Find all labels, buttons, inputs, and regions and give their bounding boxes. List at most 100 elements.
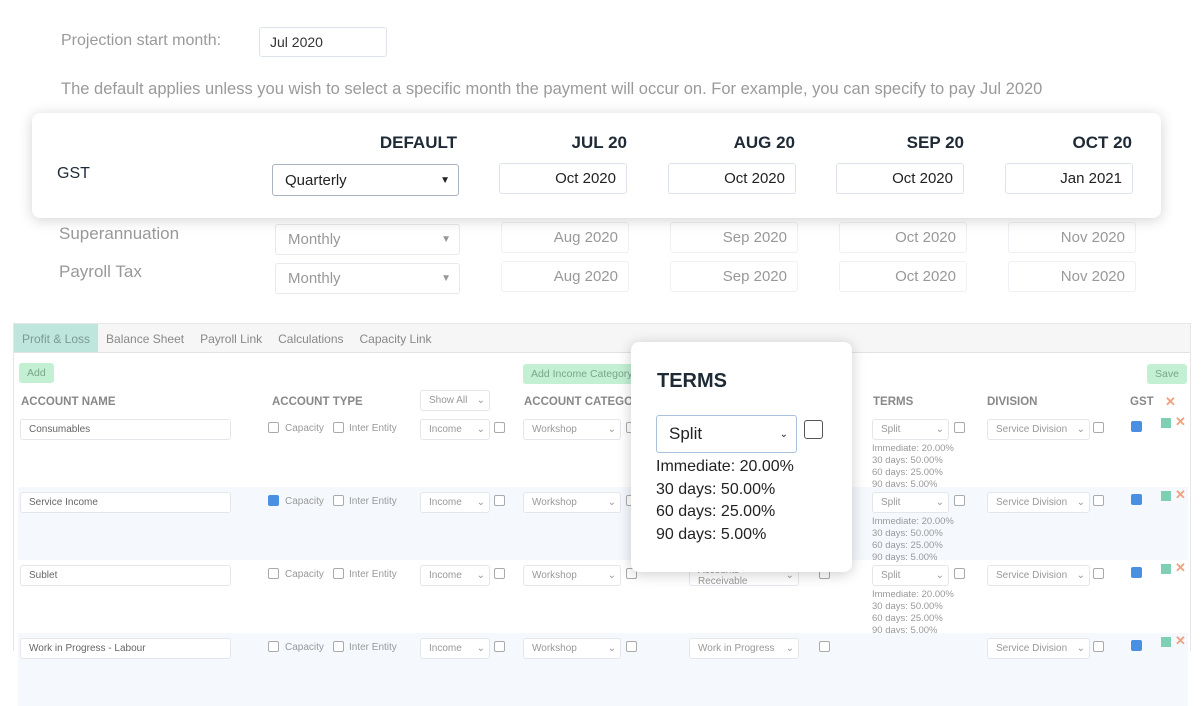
gst-default-select[interactable]: Quarterly ▼ (272, 164, 459, 196)
division-checkbox[interactable] (1093, 495, 1104, 506)
tab-profit-loss[interactable]: Profit & Loss (14, 324, 99, 352)
account-name-input[interactable]: Consumables (20, 419, 231, 440)
division-select[interactable]: Service Division ⌄ (987, 638, 1090, 659)
account-type-select[interactable]: Income ⌄ (420, 638, 490, 659)
select-value: Income (429, 643, 462, 654)
popup-terms-select[interactable]: Split ⌄ (656, 415, 797, 453)
gst-checkbox[interactable] (1131, 494, 1142, 505)
terms-select[interactable]: Split ⌄ (872, 492, 949, 513)
tab-payroll-link[interactable]: Payroll Link (192, 324, 270, 352)
table-row: Work in Progress - Labour Capacity Inter E… (18, 633, 1188, 706)
inter-entity-checkbox[interactable] (333, 495, 344, 506)
division-select[interactable]: Service Division ⌄ (987, 492, 1090, 513)
capacity-checkbox[interactable] (268, 568, 279, 579)
payroll-oct-input[interactable]: Nov 2020 (1008, 261, 1136, 292)
account-category2-select[interactable]: Work in Progress ⌄ (689, 638, 799, 659)
split-line: 30 days: 50.00% (872, 455, 943, 466)
select-value: Workshop (532, 424, 577, 435)
add-income-category-button[interactable]: Add Income Category (523, 364, 643, 384)
terms-select[interactable]: Split ⌄ (872, 419, 949, 440)
account-category-select[interactable]: Workshop ⌄ (523, 638, 621, 659)
capacity-checkbox[interactable] (268, 641, 279, 652)
show-all-filter[interactable]: Show All ⌄ (420, 390, 490, 411)
archive-icon[interactable] (1161, 418, 1171, 428)
inter-entity-checkbox[interactable] (333, 422, 344, 433)
account-category-select[interactable]: Workshop ⌄ (523, 565, 621, 586)
payroll-jul-input[interactable]: Aug 2020 (501, 261, 629, 292)
chevron-down-icon: ⌄ (1076, 424, 1085, 435)
archive-icon[interactable] (1161, 491, 1171, 501)
type-checkbox[interactable] (494, 422, 505, 433)
payroll-sep-input[interactable]: Oct 2020 (839, 261, 967, 292)
type-checkbox[interactable] (494, 495, 505, 506)
select-value: Show All (429, 395, 468, 406)
account-type-select[interactable]: Income ⌄ (420, 492, 490, 513)
super-aug-input[interactable]: Sep 2020 (670, 222, 798, 253)
account-type-select[interactable]: Income ⌄ (420, 565, 490, 586)
gst-checkbox[interactable] (1131, 567, 1142, 578)
account-name-input[interactable]: Sublet (20, 565, 231, 586)
terms-checkbox[interactable] (954, 495, 965, 506)
delete-all-icon[interactable]: ✕ (1165, 394, 1176, 410)
gst-jul-input[interactable]: Oct 2020 (499, 163, 627, 194)
super-sep-input[interactable]: Oct 2020 (839, 222, 967, 253)
description-text: The default applies unless you wish to s… (61, 80, 1043, 98)
division-checkbox[interactable] (1093, 422, 1104, 433)
division-checkbox[interactable] (1093, 641, 1104, 652)
archive-icon[interactable] (1161, 637, 1171, 647)
header-jul: JUL 20 (571, 133, 627, 152)
add-button[interactable]: Add (19, 363, 54, 383)
terms-checkbox[interactable] (954, 568, 965, 579)
gst-sep-input[interactable]: Oct 2020 (836, 163, 964, 194)
account-name-input[interactable]: Service Income (20, 492, 231, 513)
tab-calculations[interactable]: Calculations (270, 324, 351, 352)
popup-checkbox[interactable] (804, 420, 823, 439)
header-sep: SEP 20 (906, 133, 964, 152)
delete-icon[interactable]: ✕ (1175, 487, 1186, 503)
archive-icon[interactable] (1161, 564, 1171, 574)
gst-checkbox[interactable] (1131, 421, 1142, 432)
account-type-select[interactable]: Income ⌄ (420, 419, 490, 440)
terms-checkbox[interactable] (954, 422, 965, 433)
super-oct-input[interactable]: Nov 2020 (1008, 222, 1136, 253)
chevron-down-icon: ⌄ (935, 497, 944, 508)
payroll-default-select[interactable]: Monthly ▼ (275, 263, 460, 294)
chevron-down-icon: ⌄ (476, 424, 485, 435)
division-select[interactable]: Service Division ⌄ (987, 419, 1090, 440)
capacity-checkbox[interactable] (268, 422, 279, 433)
terms-select[interactable]: Split ⌄ (872, 565, 949, 586)
delete-icon[interactable]: ✕ (1175, 560, 1186, 576)
type-checkbox[interactable] (494, 641, 505, 652)
category-checkbox[interactable] (626, 641, 637, 652)
account-category-select[interactable]: Workshop ⌄ (523, 492, 621, 513)
table-row: Consumables Capacity Inter Entity Income ⌄ Wo… (18, 414, 1188, 490)
gst-oct-input[interactable]: Jan 2021 (1005, 163, 1133, 194)
projection-start-input[interactable]: Jul 2020 (259, 27, 387, 57)
inter-entity-checkbox[interactable] (333, 641, 344, 652)
gst-checkbox[interactable] (1131, 640, 1142, 651)
division-select[interactable]: Service Division ⌄ (987, 565, 1090, 586)
chevron-down-icon: ⌄ (935, 424, 944, 435)
select-value: Split (881, 570, 901, 581)
payroll-aug-input[interactable]: Sep 2020 (670, 261, 798, 292)
chevron-down-icon: ⌄ (476, 643, 485, 654)
delete-icon[interactable]: ✕ (1175, 633, 1186, 649)
category2-checkbox[interactable] (819, 641, 830, 652)
gst-schedule-card: DEFAULT JUL 20 AUG 20 SEP 20 OCT 20 GST … (32, 113, 1161, 218)
super-default-select[interactable]: Monthly ▼ (275, 224, 460, 255)
gst-aug-input[interactable]: Oct 2020 (668, 163, 796, 194)
inter-entity-checkbox[interactable] (333, 568, 344, 579)
delete-icon[interactable]: ✕ (1175, 414, 1186, 430)
tab-balance-sheet[interactable]: Balance Sheet (98, 324, 192, 352)
capacity-checkbox[interactable] (268, 495, 279, 506)
capacity-label: Capacity (285, 642, 324, 653)
chevron-down-icon: ⌄ (785, 643, 794, 654)
select-value: Quarterly (285, 171, 347, 189)
tab-capacity-link[interactable]: Capacity Link (352, 324, 440, 352)
super-jul-input[interactable]: Aug 2020 (501, 222, 629, 253)
type-checkbox[interactable] (494, 568, 505, 579)
division-checkbox[interactable] (1093, 568, 1104, 579)
save-button[interactable]: Save (1147, 364, 1187, 384)
account-name-input[interactable]: Work in Progress - Labour (20, 638, 231, 659)
account-category-select[interactable]: Workshop ⌄ (523, 419, 621, 440)
